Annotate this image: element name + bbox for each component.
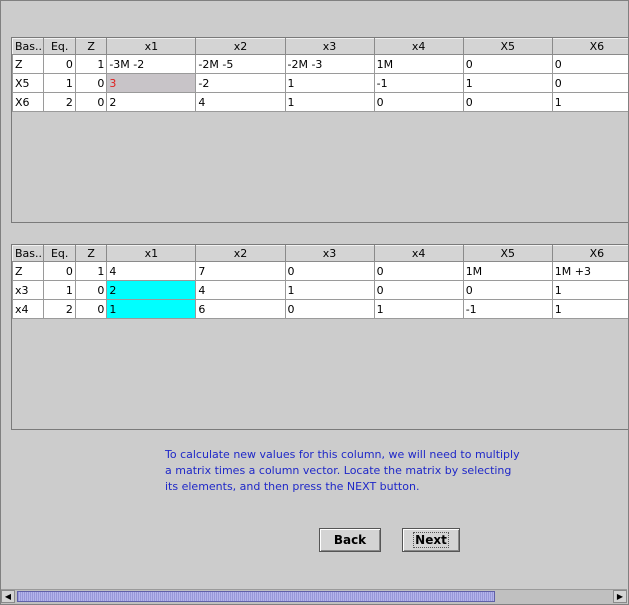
table-cell[interactable]: 7 [195,261,286,281]
column-header[interactable]: Z [74,245,108,262]
table-cell[interactable]: 2 [43,92,76,112]
column-header[interactable]: Bas... [12,245,45,262]
table-cell[interactable]: 1M [462,261,553,281]
table-cell[interactable]: 2 [43,299,76,319]
back-button[interactable]: Back [319,528,381,552]
column-header[interactable]: Bas... [12,38,45,55]
bottom-tableau-table: Bas... Eq. Z x1 x2 x3 x4 X5 X6 Z 0 1 4 7… [12,245,628,319]
table-cell[interactable]: 0 [284,261,375,281]
table-cell[interactable]: X6 [12,92,45,112]
pivot-cell[interactable]: 3 [106,73,197,93]
table-cell[interactable]: 0 [284,299,375,319]
table-cell[interactable]: x3 [12,280,45,300]
table-cell[interactable]: x4 [12,299,45,319]
instruction-line: a matrix times a column vector. Locate t… [165,464,512,477]
table-cell[interactable]: Z [12,261,45,281]
arrow-left-icon[interactable]: ◀ [1,590,15,603]
table-cell[interactable]: 1M +3 [551,261,628,281]
table-cell[interactable]: 1 [74,261,108,281]
table-cell[interactable]: 1 [284,280,375,300]
table-cell[interactable]: 0 [373,92,464,112]
instruction-line: its elements, and then press the NEXT bu… [165,480,420,493]
column-header[interactable]: Eq. [43,245,76,262]
next-button-label: Next [413,532,449,548]
column-header[interactable]: Z [74,38,108,55]
table-cell[interactable]: 0 [74,92,108,112]
table-cell[interactable]: 0 [373,280,464,300]
scrollbar-thumb[interactable] [17,591,495,602]
table-cell[interactable]: 4 [195,92,286,112]
table-cell[interactable]: 0 [43,261,76,281]
table-cell[interactable]: 0 [462,280,553,300]
column-header[interactable]: Eq. [43,38,76,55]
table-cell[interactable]: 0 [551,73,628,93]
selected-matrix-cell[interactable]: 2 [106,280,197,300]
table-row: x3 1 0 2 4 1 0 0 1 [12,280,628,300]
table-cell[interactable]: -2M -3 [284,54,375,74]
table-cell[interactable]: 1 [551,92,628,112]
top-tableau-panel: Bas... Eq. Z x1 x2 x3 x4 X5 X6 Z 0 1 -3M… [11,37,628,223]
table-cell[interactable]: 0 [74,280,108,300]
table-cell[interactable]: 1 [373,299,464,319]
table-cell[interactable]: -1 [373,73,464,93]
table-cell[interactable]: 0 [74,299,108,319]
top-tableau-table: Bas... Eq. Z x1 x2 x3 x4 X5 X6 Z 0 1 -3M… [12,38,628,112]
table-cell[interactable]: 0 [74,73,108,93]
table-cell[interactable]: 1 [551,299,628,319]
table-row: x4 2 0 1 6 0 1 -1 1 [12,299,628,319]
table-cell[interactable]: 0 [373,261,464,281]
column-header[interactable]: x1 [106,38,197,55]
horizontal-scrollbar[interactable]: ◀ ▶ [1,589,627,604]
table-cell[interactable]: 0 [462,92,553,112]
table-cell[interactable]: 2 [106,92,197,112]
table-cell[interactable]: 0 [462,54,553,74]
arrow-right-icon[interactable]: ▶ [613,590,627,603]
instruction-text: To calculate new values for this column,… [165,447,565,495]
table-row: X5 1 0 3 -2 1 -1 1 0 [12,73,628,93]
next-button[interactable]: Next [402,528,460,552]
column-header[interactable]: x2 [195,38,286,55]
table-cell[interactable]: 1 [43,280,76,300]
table-cell[interactable]: 1 [284,92,375,112]
table-cell[interactable]: -1 [462,299,553,319]
table-cell[interactable]: 1 [462,73,553,93]
column-header[interactable]: x2 [195,245,286,262]
table-cell[interactable]: 1 [284,73,375,93]
table-cell[interactable]: 6 [195,299,286,319]
table-cell[interactable]: 0 [43,54,76,74]
table-header-row: Bas... Eq. Z x1 x2 x3 x4 X5 X6 [12,38,628,55]
instruction-line: To calculate new values for this column,… [165,448,520,461]
table-cell[interactable]: 1 [551,280,628,300]
bottom-tableau-panel: Bas... Eq. Z x1 x2 x3 x4 X5 X6 Z 0 1 4 7… [11,244,628,430]
table-cell[interactable]: 1 [74,54,108,74]
column-header[interactable]: x3 [284,245,375,262]
column-header[interactable]: x4 [373,245,464,262]
column-header[interactable]: X5 [462,245,553,262]
table-row: X6 2 0 2 4 1 0 0 1 [12,92,628,112]
table-cell[interactable]: -2 [195,73,286,93]
selected-matrix-cell[interactable]: 1 [106,299,197,319]
table-cell[interactable]: 0 [551,54,628,74]
table-row: Z 0 1 4 7 0 0 1M 1M +3 [12,261,628,281]
column-header[interactable]: X6 [551,245,628,262]
table-cell[interactable]: X5 [12,73,45,93]
column-header[interactable]: x1 [106,245,197,262]
table-cell[interactable]: 1M [373,54,464,74]
table-cell[interactable]: 4 [106,261,197,281]
table-row: Z 0 1 -3M -2 -2M -5 -2M -3 1M 0 0 [12,54,628,74]
column-header[interactable]: X5 [462,38,553,55]
table-cell[interactable]: 4 [195,280,286,300]
column-header[interactable]: X6 [551,38,628,55]
table-cell[interactable]: Z [12,54,45,74]
column-header[interactable]: x3 [284,38,375,55]
table-header-row: Bas... Eq. Z x1 x2 x3 x4 X5 X6 [12,245,628,262]
table-cell[interactable]: 1 [43,73,76,93]
table-cell[interactable]: -2M -5 [195,54,286,74]
table-cell[interactable]: -3M -2 [106,54,197,74]
column-header[interactable]: x4 [373,38,464,55]
